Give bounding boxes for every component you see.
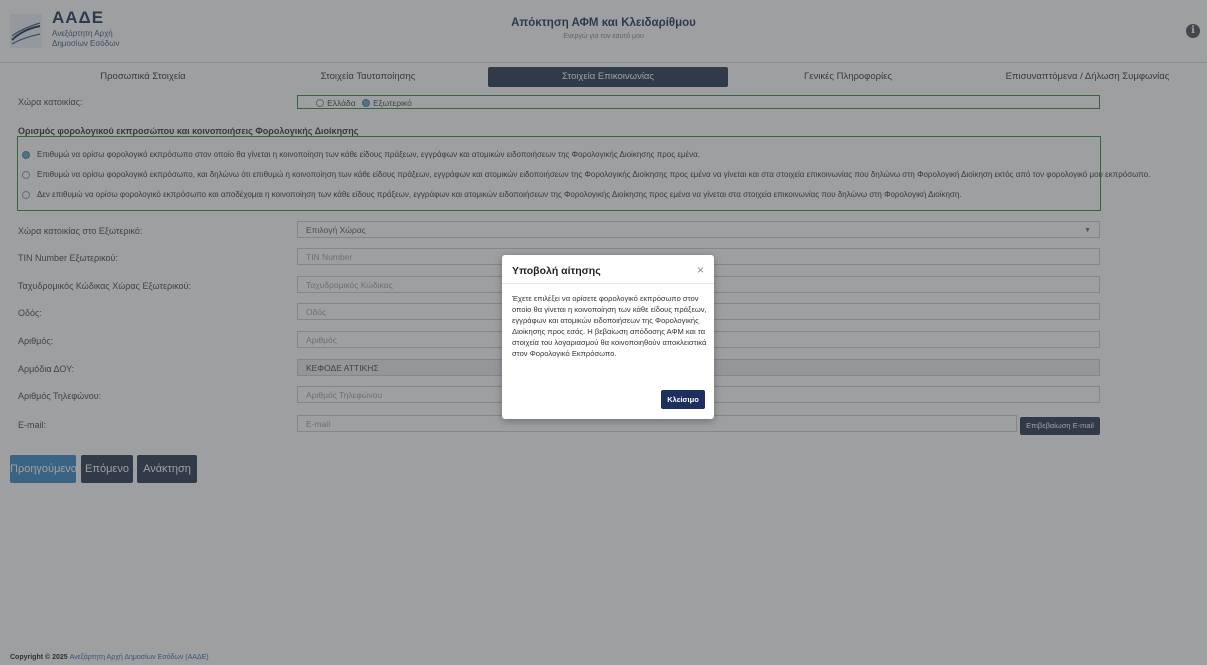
- modal-message: Έχετε επιλέξει να ορίσετε φορολογικό εκπ…: [512, 294, 707, 358]
- modal-title: Υποβολή αίτησης: [512, 265, 601, 277]
- modal-divider: [502, 283, 714, 284]
- submit-application-modal: Υποβολή αίτησης × Έχετε επιλέξει να ορίσ…: [502, 255, 714, 419]
- modal-close-button[interactable]: Κλείσιμο: [661, 390, 705, 409]
- close-icon[interactable]: ×: [697, 263, 704, 277]
